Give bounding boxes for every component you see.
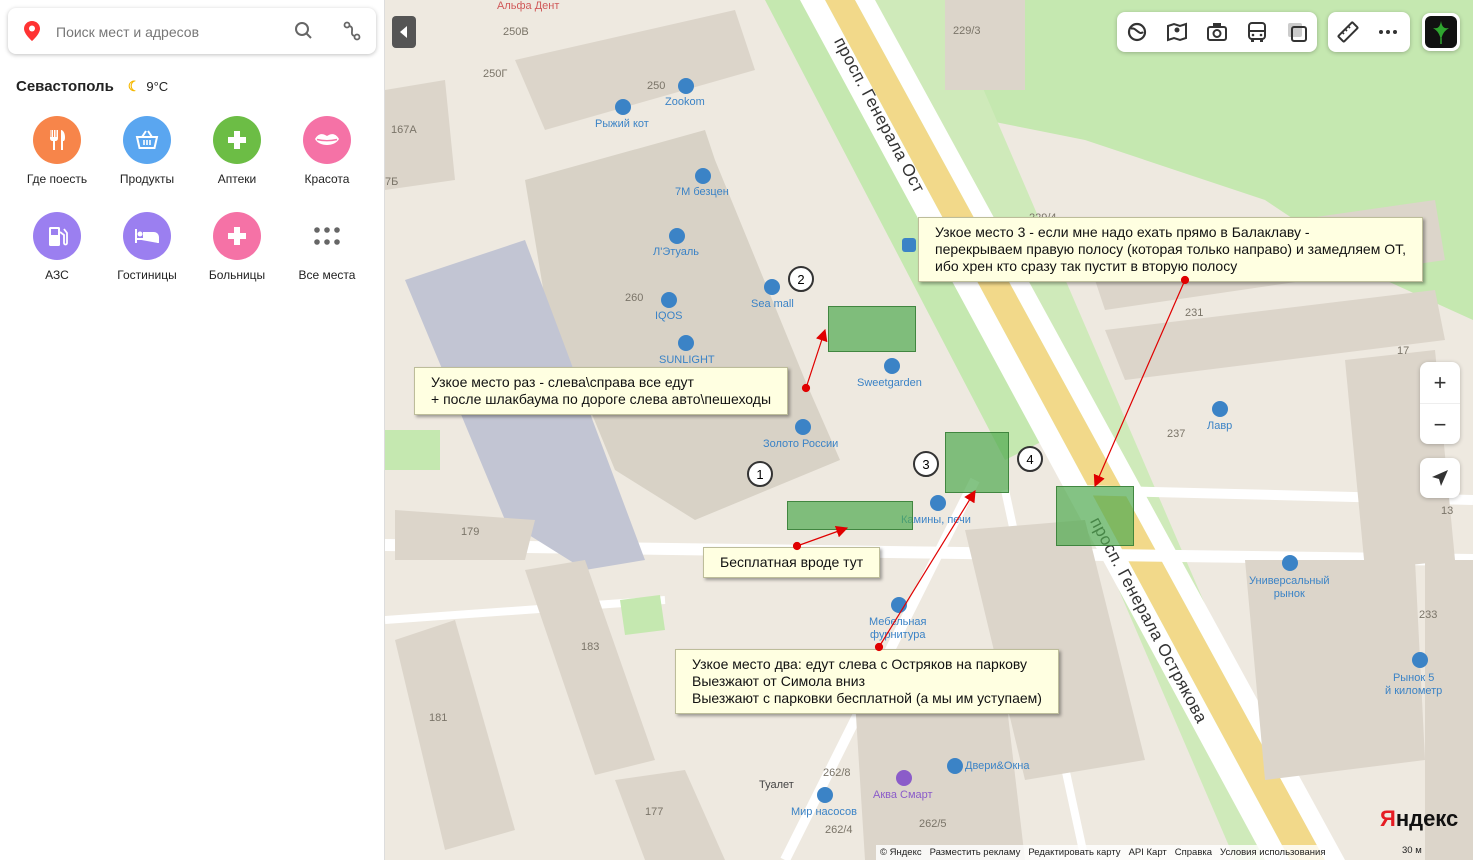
building-number: 231 [1185,307,1204,319]
grid-icon [303,212,351,260]
logo-first-letter: Я [1380,806,1396,831]
traffic-icon[interactable] [1285,20,1309,44]
weather-widget: Севастополь ☾ 9°C [16,76,168,96]
map-pin-icon [24,21,40,46]
category-pharmacy[interactable]: Аптеки [192,116,282,186]
bus-icon[interactable] [1245,20,1269,44]
building-number: 262/5 [919,818,947,830]
map-footer: © Яндекс Разместить рекламу Редактироват… [876,845,1330,860]
leaf-icon [1425,16,1457,48]
pharmacy-icon [213,116,261,164]
building-number: 17 [1397,345,1410,357]
note-bottleneck-3: Узкое место 3 - если мне надо ехать прям… [918,217,1423,282]
location-arrow-icon [1432,470,1448,486]
category-label: Где поесть [26,172,88,186]
category-hotels[interactable]: Гостиницы [102,212,192,282]
moon-icon: ☾ [127,77,141,94]
highlight-zone-2 [828,306,916,352]
building-number: 177 [645,806,664,818]
edit-map-link[interactable]: Редактировать карту [1028,847,1120,858]
building-number: 262/8 [823,767,851,779]
ads-link[interactable]: Разместить рекламу [930,847,1021,858]
temperature: 9°C [146,78,169,94]
note-bottleneck-2: Узкое место два: едут слева с Остряков н… [675,649,1059,714]
map-canvas[interactable]: просп. Генерала Ост просп. Генерала Остр… [385,0,1473,860]
zoom-out-button[interactable]: − [1420,403,1460,445]
food-icon [33,116,81,164]
highlight-zone-3 [945,432,1009,493]
category-label: Гостиницы [117,268,177,282]
map-tools-toolbar [1328,12,1410,52]
category-label: Все места [298,268,356,282]
sidebar: Севастополь ☾ 9°C Где поесть Продукты Ап… [0,0,385,860]
layers-icon[interactable] [1125,20,1149,44]
building-number: 181 [429,712,448,724]
search-icon[interactable] [292,19,316,43]
category-label: Больницы [208,268,266,282]
hospital-icon [213,212,261,260]
basket-icon [123,116,171,164]
marker-3: 3 [913,451,939,477]
building-number: 260 [625,292,644,304]
copyright: © Яндекс [880,847,922,858]
category-groceries[interactable]: Продукты [102,116,192,186]
poi-icons [615,78,1428,803]
fuel-icon [33,212,81,260]
search-box [8,8,376,54]
marker-2: 2 [788,266,814,292]
building-number: 237 [1167,428,1186,440]
category-label: Продукты [119,172,175,186]
user-avatar[interactable] [1422,13,1460,51]
more-icon[interactable] [1376,20,1400,44]
category-label: Аптеки [217,172,257,186]
building-number: 179 [461,526,480,538]
collapse-sidebar-button[interactable] [392,16,416,48]
building-number: 13 [1441,505,1454,517]
building-number: 167А [391,124,417,136]
help-link[interactable]: Справка [1175,847,1212,858]
note-free-parking: Бесплатная вроде тут [703,547,881,578]
highlight-zone-4 [1056,486,1134,546]
category-all[interactable]: Все места [282,212,372,282]
building-number: 262/4 [825,824,853,836]
search-input[interactable] [54,19,288,45]
building-number: 7Б [385,176,399,188]
yandex-logo: Яндекс [1380,806,1458,832]
panorama-icon[interactable] [1165,20,1189,44]
category-label: АЗС [45,268,69,282]
marker-4: 4 [1017,446,1043,472]
api-link[interactable]: API Карт [1129,847,1167,858]
category-beauty[interactable]: Красота [282,116,372,186]
terms-link[interactable]: Условия использования [1220,847,1325,858]
category-label: Красота [304,172,350,186]
category-food[interactable]: Где поесть [12,116,102,186]
camera-icon[interactable] [1205,20,1229,44]
chevron-left-icon [400,26,407,38]
geolocation-button[interactable] [1420,458,1460,498]
building-number: 183 [581,641,600,653]
scale-label: 30 м [1402,845,1422,856]
logo-rest: ндекс [1395,806,1459,831]
category-fuel[interactable]: АЗС [12,212,102,282]
map-layers-toolbar [1117,12,1317,52]
building-number: 233 [1419,609,1438,621]
lips-icon [303,116,351,164]
bed-icon [123,212,171,260]
building-number: 250В [503,26,529,38]
route-icon[interactable] [340,19,364,43]
city-name: Севастополь [16,77,114,95]
zoom-control: + − [1420,362,1460,444]
highlight-zone-free-parking [787,501,913,530]
note-bottleneck-1: Узкое место раз - слева\справа все едут … [414,367,789,415]
marker-1: 1 [747,461,773,487]
building-number: 250 [647,80,666,92]
building-number: 250Г [483,68,508,80]
category-hospitals[interactable]: Больницы [192,212,282,282]
zoom-in-button[interactable]: + [1420,362,1460,403]
ruler-icon[interactable] [1336,20,1360,44]
building-number: 229/3 [953,25,981,37]
